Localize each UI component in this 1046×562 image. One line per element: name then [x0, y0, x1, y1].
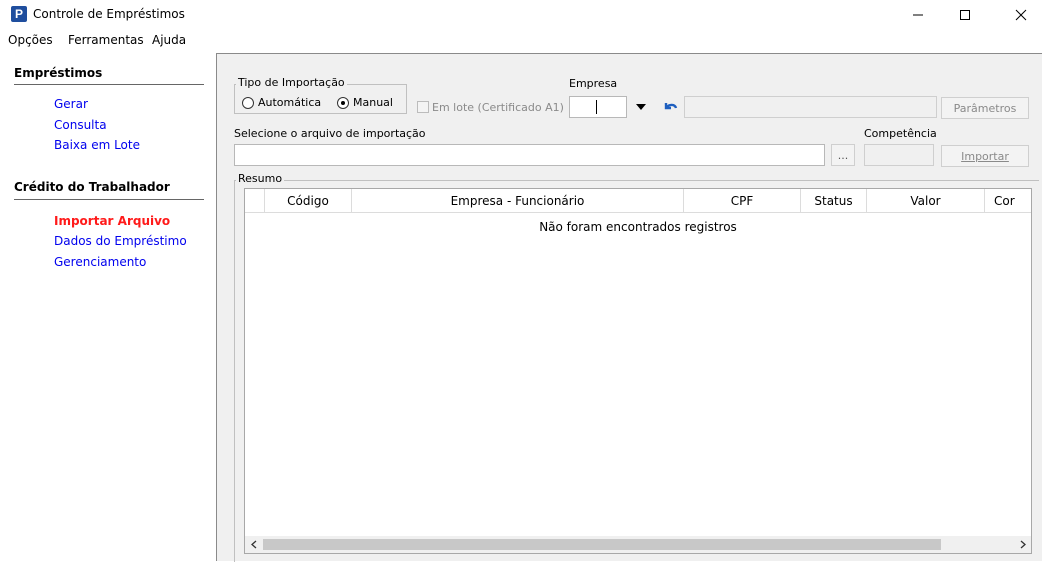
em-lote-label: Em lote (Certificado A1): [432, 101, 564, 114]
importar-button[interactable]: Importar: [941, 145, 1029, 167]
empresa-name-field: [684, 96, 937, 118]
sidebar-item-dados-emprestimo[interactable]: Dados do Empréstimo: [54, 234, 187, 248]
tipo-importacao-legend: Tipo de Importação: [236, 76, 347, 89]
text-caret: [596, 100, 597, 114]
section-title-credito-trabalhador: Crédito do Trabalhador: [14, 180, 170, 194]
minimize-icon: [913, 14, 923, 16]
arquivo-input[interactable]: [234, 144, 825, 166]
title-bar: P Controle de Empréstimos: [0, 0, 1046, 30]
empresa-label: Empresa: [569, 77, 618, 90]
sidebar-item-gerar[interactable]: Gerar: [54, 97, 88, 111]
chevron-down-icon: [636, 104, 646, 110]
menu-bar: Opções Ferramentas Ajuda: [0, 30, 1046, 50]
radio-automatica[interactable]: [242, 97, 254, 109]
empresa-undo-button[interactable]: [663, 96, 679, 118]
section-divider: [14, 84, 204, 85]
competencia-label: Competência: [864, 127, 937, 140]
competencia-field[interactable]: [864, 144, 934, 166]
parametros-button[interactable]: Parâmetros: [941, 97, 1029, 119]
scroll-thumb[interactable]: [263, 539, 941, 550]
menu-opcoes[interactable]: Opções: [8, 33, 53, 47]
menu-ferramentas[interactable]: Ferramentas: [68, 33, 144, 47]
window-title: Controle de Empréstimos: [33, 7, 185, 21]
import-panel: Tipo de Importação Automática Manual Em …: [216, 53, 1042, 562]
maximize-icon: [960, 10, 970, 20]
empresa-code-input[interactable]: [569, 96, 627, 118]
close-icon: [1015, 9, 1027, 21]
minimize-button[interactable]: [895, 0, 941, 30]
chevron-right-icon: [1020, 540, 1026, 549]
radio-automatica-label[interactable]: Automática: [258, 96, 321, 109]
horizontal-scrollbar[interactable]: [245, 536, 1031, 553]
sidebar-item-consulta[interactable]: Consulta: [54, 118, 107, 132]
row-indicator-header: [245, 189, 265, 213]
section-divider: [14, 199, 204, 200]
arquivo-label: Selecione o arquivo de importação: [234, 127, 426, 140]
column-header-cpf[interactable]: CPF: [684, 189, 801, 213]
resumo-legend: Resumo: [236, 172, 285, 185]
sidebar: Empréstimos Gerar Consulta Baixa em Lote…: [0, 50, 215, 561]
scroll-right-button[interactable]: [1014, 536, 1031, 553]
sidebar-item-baixa-em-lote[interactable]: Baixa em Lote: [54, 138, 140, 152]
sidebar-item-importar-arquivo[interactable]: Importar Arquivo: [54, 214, 170, 228]
column-header-empresa-funcionario[interactable]: Empresa - Funcionário: [352, 189, 684, 213]
column-header-codigo[interactable]: Código: [265, 189, 352, 213]
column-header-valor[interactable]: Valor: [867, 189, 985, 213]
menu-ajuda[interactable]: Ajuda: [152, 33, 186, 47]
radio-manual[interactable]: [337, 97, 349, 109]
column-header-status[interactable]: Status: [801, 189, 867, 213]
em-lote-checkbox[interactable]: [417, 101, 429, 113]
column-header-cor[interactable]: Cor: [985, 189, 1031, 213]
section-title-emprestimos: Empréstimos: [14, 66, 103, 80]
scroll-left-button[interactable]: [245, 536, 262, 553]
chevron-left-icon: [250, 540, 256, 549]
empresa-dropdown-button[interactable]: [633, 96, 649, 118]
sidebar-item-gerenciamento[interactable]: Gerenciamento: [54, 255, 146, 269]
browse-button[interactable]: ...: [831, 144, 855, 166]
empty-message: Não foram encontrados registros: [539, 220, 737, 234]
resumo-table: Código Empresa - Funcionário CPF Status …: [244, 188, 1032, 554]
radio-manual-label[interactable]: Manual: [353, 96, 393, 109]
close-button[interactable]: [998, 0, 1044, 30]
undo-icon: [664, 103, 678, 110]
maximize-button[interactable]: [942, 0, 988, 30]
app-icon: P: [11, 6, 27, 22]
table-header: Código Empresa - Funcionário CPF Status …: [245, 189, 1031, 213]
